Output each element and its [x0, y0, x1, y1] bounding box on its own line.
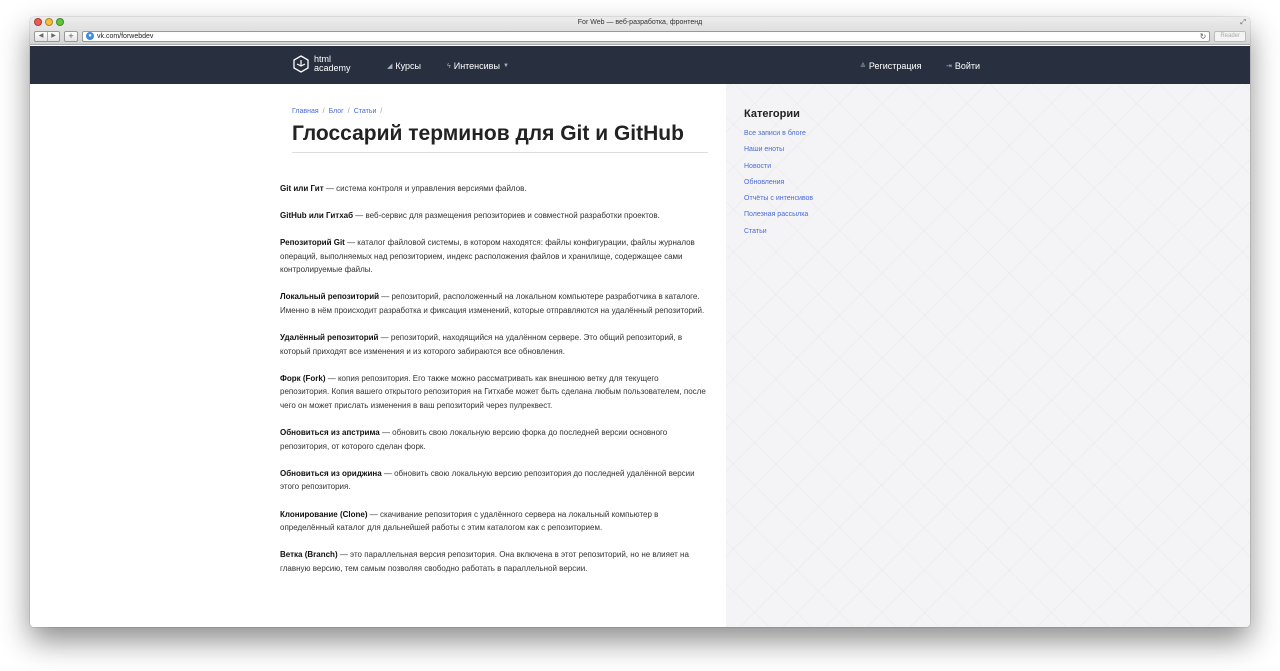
glossary-entry: Git или Гит — система контроля и управле… — [280, 182, 710, 196]
breadcrumb-separator: / — [347, 108, 350, 115]
nav-register-label: Регистрация — [868, 61, 922, 71]
page-title: Глоссарий терминов для Git и GitHub — [292, 122, 708, 153]
category-link[interactable]: Новости — [744, 159, 813, 175]
article-body: Git или Гит — система контроля и управле… — [280, 182, 710, 589]
categories-list: Все записи в блоге Наши еноты Новости Об… — [744, 126, 813, 240]
browser-toolbar: ◀ ▶ + ● vk.com/forwebdev ↻ Reader — [34, 30, 1246, 42]
breadcrumb-home[interactable]: Главная — [292, 108, 319, 115]
breadcrumb-separator: / — [380, 108, 383, 115]
glossary-entry: Локальный репозиторий — репозиторий, рас… — [280, 290, 710, 317]
forward-button[interactable]: ▶ — [47, 31, 59, 41]
glossary-term: Ветка (Branch) — [280, 550, 338, 560]
breadcrumb-articles[interactable]: Статьи — [354, 108, 377, 115]
nav-intensives-label: Интенсивы — [453, 61, 500, 71]
glossary-entry: Клонирование (Clone) — скачивание репози… — [280, 508, 710, 535]
nav-courses-label: Курсы — [395, 61, 422, 71]
glossary-term: Клонирование (Clone) — [280, 509, 368, 519]
breadcrumb-blog[interactable]: Блог — [329, 108, 344, 115]
nav-login-label: Войти — [954, 61, 981, 71]
category-link[interactable]: Статьи — [744, 224, 813, 240]
glossary-term: Git или Гит — [280, 184, 324, 193]
sidebar: Категории Все записи в блоге Наши еноты … — [726, 84, 1250, 627]
nav-intensives[interactable]: ϟ Интенсивы ▼ — [447, 61, 509, 71]
chevron-down-icon: ▼ — [502, 63, 509, 69]
reader-button[interactable]: Reader — [1214, 30, 1246, 42]
nav-login[interactable]: ⇥ Войти — [946, 61, 980, 71]
glossary-definition: — копия репозитория. Его также можно рас… — [280, 373, 706, 411]
fullscreen-icon[interactable]: ⤢ — [1240, 19, 1246, 27]
glossary-definition: — система контроля и управления версиями… — [323, 184, 527, 193]
glossary-entry: Обновиться из ориджина — обновить свою л… — [280, 467, 710, 494]
glossary-term: Удалённый репозиторий — [280, 333, 379, 343]
glossary-term: Обновиться из ориджина — [280, 468, 382, 478]
chart-icon: ◢ — [387, 63, 393, 70]
site-logo[interactable]: html academy — [292, 55, 351, 73]
category-link[interactable]: Полезная рассылка — [744, 207, 813, 223]
glossary-definition: — это параллельная версия репозитория. О… — [280, 550, 689, 573]
site-header: html academy ◢ Курсы ϟ Интенсивы ▼ ≗ Рег… — [30, 46, 1250, 84]
glossary-definition: — веб-сервис для размещения репозиториев… — [353, 211, 660, 221]
glossary-entry: Обновиться из апстрима — обновить свою л… — [280, 426, 710, 453]
add-bookmark-button[interactable]: + — [64, 30, 78, 42]
category-link[interactable]: Отчёты с интенсивов — [744, 191, 813, 207]
glossary-entry: GitHub или Гитхаб — веб-сервис для разме… — [280, 209, 710, 223]
nav-register[interactable]: ≗ Регистрация — [860, 61, 922, 71]
logo-icon — [293, 55, 309, 73]
glossary-term: Локальный репозиторий — [280, 292, 380, 302]
breadcrumb: Главная / Блог / Статьи / — [292, 108, 382, 115]
globe-icon: ● — [86, 32, 94, 40]
glossary-entry: Удалённый репозиторий — репозиторий, нах… — [280, 331, 710, 358]
category-link[interactable]: Все записи в блоге — [744, 126, 813, 142]
logo-text: html academy — [314, 55, 351, 73]
glossary-term: Форк (Fork) — [280, 373, 326, 383]
main-content: Главная / Блог / Статьи / Глоссарий терм… — [30, 84, 726, 627]
reload-icon[interactable]: ↻ — [1200, 32, 1207, 41]
back-button[interactable]: ◀ — [35, 32, 47, 41]
glossary-entry: Форк (Fork) — копия репозитория. Его так… — [280, 372, 710, 413]
lightning-icon: ϟ — [447, 62, 451, 70]
breadcrumb-separator: / — [322, 108, 325, 115]
history-buttons: ◀ ▶ — [34, 30, 60, 42]
user-icon: ≗ — [860, 63, 866, 70]
categories-title: Категории — [744, 108, 800, 120]
glossary-entry: Ветка (Branch) — это параллельная версия… — [280, 548, 710, 575]
logo-line-2: academy — [314, 63, 351, 73]
url-text[interactable]: vk.com/forwebdev — [97, 33, 1197, 40]
nav-courses[interactable]: ◢ Курсы — [387, 61, 421, 71]
browser-titlebar: For Web — веб-разработка, фронтенд ⤢ ◀ ▶… — [30, 17, 1250, 45]
glossary-entry: Репозиторий Git — каталог файловой систе… — [280, 236, 710, 277]
category-link[interactable]: Наши еноты — [744, 142, 813, 158]
address-bar[interactable]: ● vk.com/forwebdev ↻ — [82, 30, 1211, 42]
login-icon: ⇥ — [946, 63, 952, 70]
glossary-term: Обновиться из апстрима — [280, 428, 380, 438]
window-title: For Web — веб-разработка, фронтенд — [577, 19, 703, 26]
glossary-term: Репозиторий Git — [280, 238, 345, 248]
browser-window: For Web — веб-разработка, фронтенд ⤢ ◀ ▶… — [30, 17, 1250, 627]
glossary-term: GitHub или Гитхаб — [280, 211, 354, 221]
category-link[interactable]: Обновления — [744, 175, 813, 191]
